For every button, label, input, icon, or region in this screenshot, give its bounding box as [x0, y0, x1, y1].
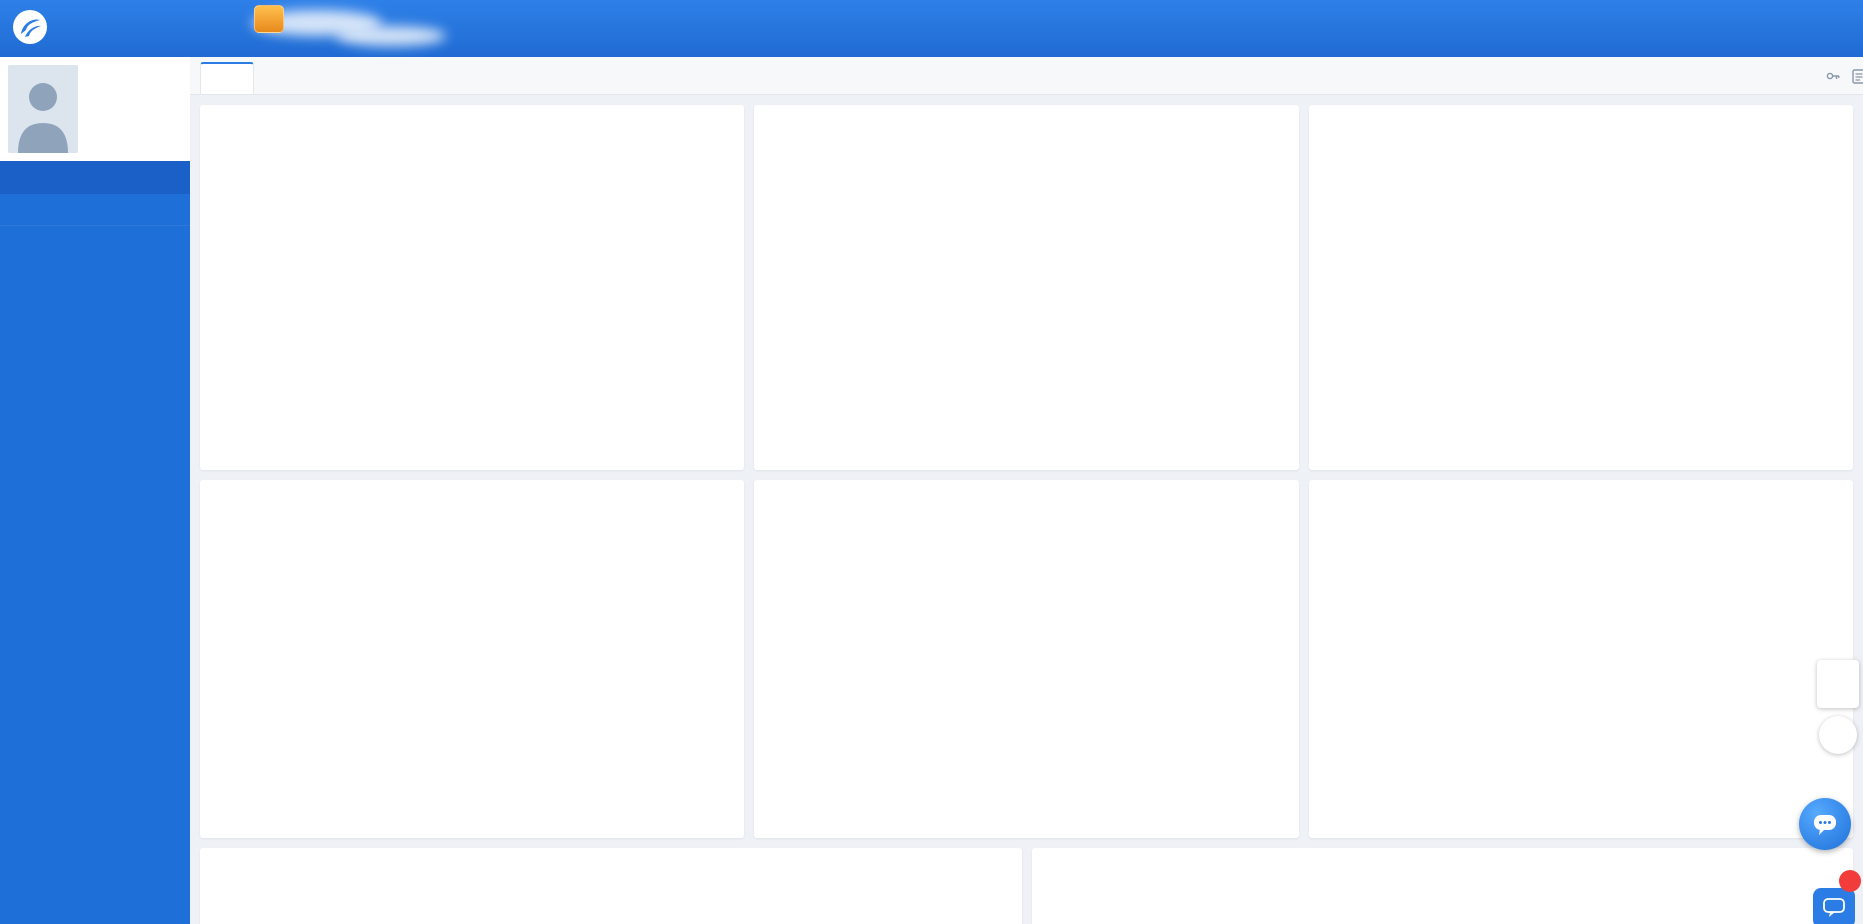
notice-list [1309, 147, 1853, 180]
portal-button[interactable] [238, 5, 300, 35]
tab-daily-work[interactable] [200, 62, 254, 94]
tab-bar [190, 57, 1863, 95]
panel-notices [1309, 105, 1853, 470]
indirect-cost-donut-chart [854, 522, 1294, 834]
top-header [0, 0, 1863, 57]
panel-header [200, 105, 744, 147]
chat-bubble-icon [1812, 811, 1838, 837]
bar-chart-area [200, 890, 1022, 924]
fanpu-logo [12, 9, 57, 45]
panel-header [200, 480, 744, 522]
fanpu-logo-icon [12, 9, 48, 45]
list-item[interactable] [1323, 149, 1839, 180]
panel-header [754, 105, 1298, 147]
list-item[interactable] [214, 149, 730, 180]
panel-header [1309, 480, 1853, 522]
cloud-decoration [336, 26, 446, 46]
sidebar-menu [0, 194, 190, 226]
sidebar [0, 57, 190, 924]
chart-legend [200, 522, 304, 838]
phone-widget[interactable] [1819, 716, 1857, 754]
lease-funnel-chart [1331, 544, 1831, 826]
tab-bar-tools [1825, 68, 1863, 84]
main-content [190, 57, 1863, 924]
dashboard-grid [190, 95, 1863, 838]
sidebar-section-header [0, 161, 190, 194]
line-chart-area [1032, 890, 1854, 924]
chat-widget[interactable] [1799, 798, 1851, 850]
chart-legend [754, 522, 854, 838]
panel-my-applications [200, 105, 744, 470]
home-icon [254, 5, 284, 33]
message-widget[interactable] [1813, 888, 1855, 924]
panel-project-count-chart [200, 848, 1022, 924]
panel-my-todos [754, 105, 1298, 470]
notification-badge [1839, 870, 1861, 892]
avatar [8, 65, 78, 153]
dashboard-grid-bottom [190, 838, 1863, 924]
list-item[interactable] [768, 149, 1284, 180]
sidebar-menu-item[interactable] [0, 194, 190, 226]
panel-header [1032, 848, 1854, 890]
clipboard-icon[interactable] [1851, 68, 1863, 84]
message-bubble-icon [1823, 898, 1845, 918]
chart-area [754, 522, 1298, 838]
profile-card [0, 57, 190, 161]
app-root [0, 0, 1863, 924]
chart-area [1309, 522, 1853, 826]
avatar-placeholder [8, 65, 78, 153]
todo-list [754, 147, 1298, 180]
panel-header [1309, 105, 1853, 147]
panel-machine-cost-chart [1032, 848, 1854, 924]
panel-indirect-cost-chart [754, 480, 1298, 838]
key-icon[interactable] [1825, 68, 1841, 84]
panel-header [754, 480, 1298, 522]
chart-area [200, 522, 744, 838]
panel-direct-cost-chart [200, 480, 744, 838]
direct-cost-donut-chart [304, 522, 734, 834]
panel-lease-funnel-chart [1309, 480, 1853, 838]
panel-header [200, 848, 1022, 890]
application-list [200, 147, 744, 180]
cert-widget[interactable] [1817, 660, 1859, 708]
